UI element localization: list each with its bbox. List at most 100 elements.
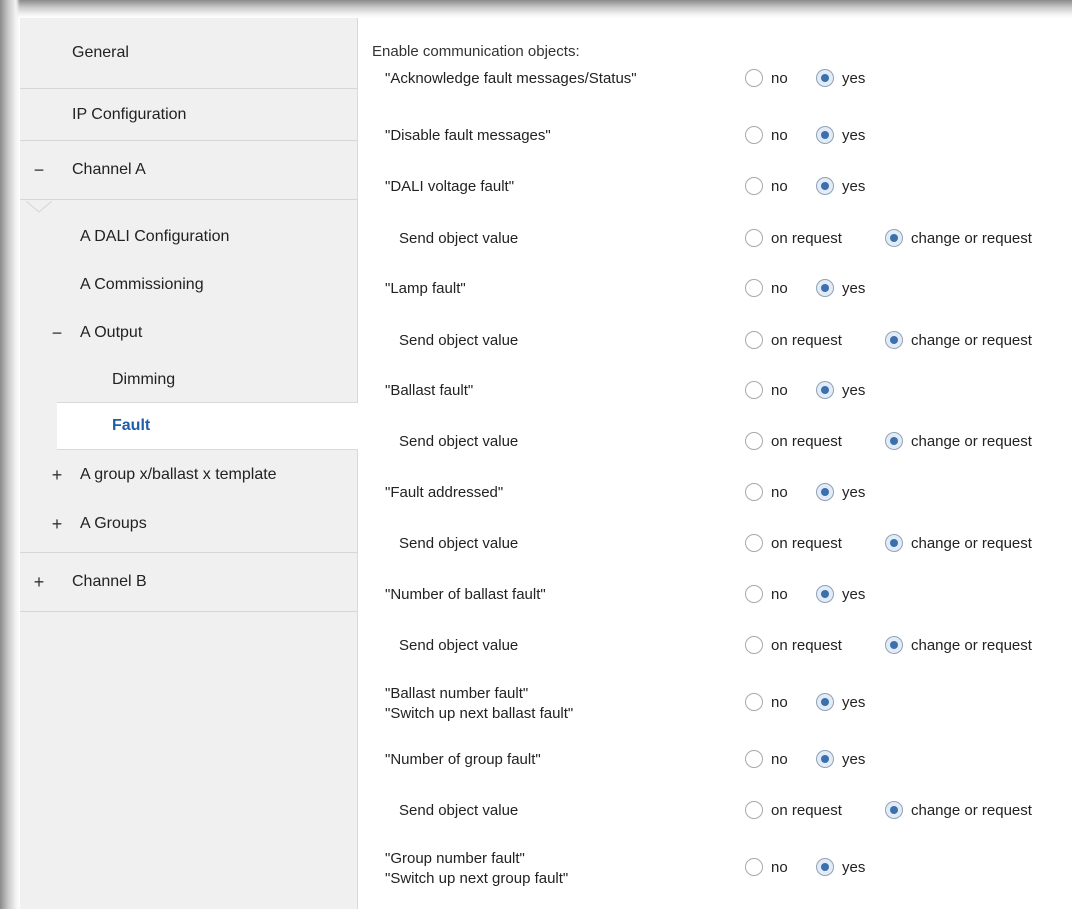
radio-yes[interactable]: yes [816,69,865,87]
expand-icon[interactable]: + [50,514,64,535]
radio-no[interactable]: no [745,693,788,711]
sidebar-item-general[interactable]: General [20,18,357,88]
radio-button[interactable] [816,858,834,876]
radio-yes[interactable]: yes [816,693,865,711]
radio-button[interactable] [745,331,763,349]
radio-no[interactable]: no [745,585,788,603]
radio-yes[interactable]: yes [816,381,865,399]
radio-label: on request [771,636,842,654]
radio-yes[interactable]: yes [816,750,865,768]
radio-no[interactable]: no [745,750,788,768]
radio-no[interactable]: no [745,177,788,195]
radio-label: yes [842,177,866,195]
radio-button[interactable] [885,801,903,819]
radio-change-or-request[interactable]: change or request [885,801,1032,819]
sidebar-item-ip-configuration[interactable]: IP Configuration [20,89,357,140]
radio-button[interactable] [816,279,834,297]
param-label-line-1: "Ballast number fault" [385,685,529,702]
radio-button[interactable] [745,126,763,144]
radio-button[interactable] [816,693,834,711]
radio-on-request[interactable]: on request [745,331,842,349]
radio-no[interactable]: no [745,279,788,297]
expand-icon[interactable]: + [50,465,64,486]
radio-no[interactable]: no [745,69,788,87]
radio-no[interactable]: no [745,381,788,399]
radio-no[interactable]: no [745,483,788,501]
radio-label: no [771,750,788,768]
radio-label: no [771,177,788,195]
radio-button[interactable] [816,126,834,144]
radio-button[interactable] [885,636,903,654]
radio-label: no [771,858,788,876]
radio-label: on request [771,331,842,349]
radio-button[interactable] [885,229,903,247]
radio-label: no [771,693,788,711]
radio-label: no [771,585,788,603]
radio-button[interactable] [745,229,763,247]
sidebar-item-fault[interactable]: Fault [57,402,358,450]
radio-on-request[interactable]: on request [745,534,842,552]
radio-change-or-request[interactable]: change or request [885,331,1032,349]
sidebar-item-a-group-ballast-template[interactable]: + A group x/ballast x template [20,452,357,498]
section-heading: Enable communication objects: [372,43,580,60]
radio-button[interactable] [745,381,763,399]
radio-button[interactable] [745,432,763,450]
radio-button[interactable] [816,69,834,87]
radio-label: change or request [911,331,1032,349]
param-label: "Number of group fault" [385,751,541,768]
radio-label: change or request [911,534,1032,552]
collapse-icon[interactable]: − [50,323,64,344]
radio-on-request[interactable]: on request [745,636,842,654]
radio-button[interactable] [816,483,834,501]
sidebar-item-a-output[interactable]: − A Output [20,310,357,356]
expand-icon[interactable]: + [32,572,46,593]
radio-yes[interactable]: yes [816,483,865,501]
param-label: Send object value [399,230,519,247]
sidebar-item-channel-b[interactable]: + Channel B [20,553,357,611]
radio-button[interactable] [816,177,834,195]
sidebar-item-a-groups[interactable]: + A Groups [20,499,357,549]
radio-button[interactable] [745,534,763,552]
radio-yes[interactable]: yes [816,126,865,144]
collapse-icon[interactable]: − [32,160,46,181]
radio-button[interactable] [745,177,763,195]
sidebar-item-channel-a[interactable]: − Channel A [20,141,357,199]
radio-yes[interactable]: yes [816,585,865,603]
radio-button[interactable] [885,534,903,552]
radio-label: no [771,483,788,501]
radio-on-request[interactable]: on request [745,432,842,450]
radio-yes[interactable]: yes [816,177,865,195]
radio-change-or-request[interactable]: change or request [885,432,1032,450]
radio-button[interactable] [816,750,834,768]
radio-yes[interactable]: yes [816,279,865,297]
radio-button[interactable] [745,636,763,654]
radio-button[interactable] [745,801,763,819]
sidebar-item-a-dali-configuration[interactable]: A DALI Configuration [20,214,357,260]
radio-on-request[interactable]: on request [745,801,842,819]
radio-button[interactable] [745,750,763,768]
radio-change-or-request[interactable]: change or request [885,229,1032,247]
sidebar-item-a-commissioning[interactable]: A Commissioning [20,262,357,308]
radio-button[interactable] [816,381,834,399]
radio-button[interactable] [885,331,903,349]
window-shadow-top [0,0,1072,18]
radio-button[interactable] [745,693,763,711]
sidebar-item-label: A Commissioning [80,276,204,293]
radio-button[interactable] [745,858,763,876]
radio-change-or-request[interactable]: change or request [885,534,1032,552]
sidebar-item-label: General [72,44,129,61]
radio-label: yes [842,693,866,711]
radio-no[interactable]: no [745,858,788,876]
radio-on-request[interactable]: on request [745,229,842,247]
radio-yes[interactable]: yes [816,858,865,876]
radio-button[interactable] [816,585,834,603]
radio-button[interactable] [745,279,763,297]
radio-label: yes [842,750,866,768]
sidebar-item-dimming[interactable]: Dimming [20,357,357,403]
radio-button[interactable] [885,432,903,450]
radio-button[interactable] [745,585,763,603]
radio-button[interactable] [745,69,763,87]
radio-change-or-request[interactable]: change or request [885,636,1032,654]
radio-no[interactable]: no [745,126,788,144]
radio-button[interactable] [745,483,763,501]
